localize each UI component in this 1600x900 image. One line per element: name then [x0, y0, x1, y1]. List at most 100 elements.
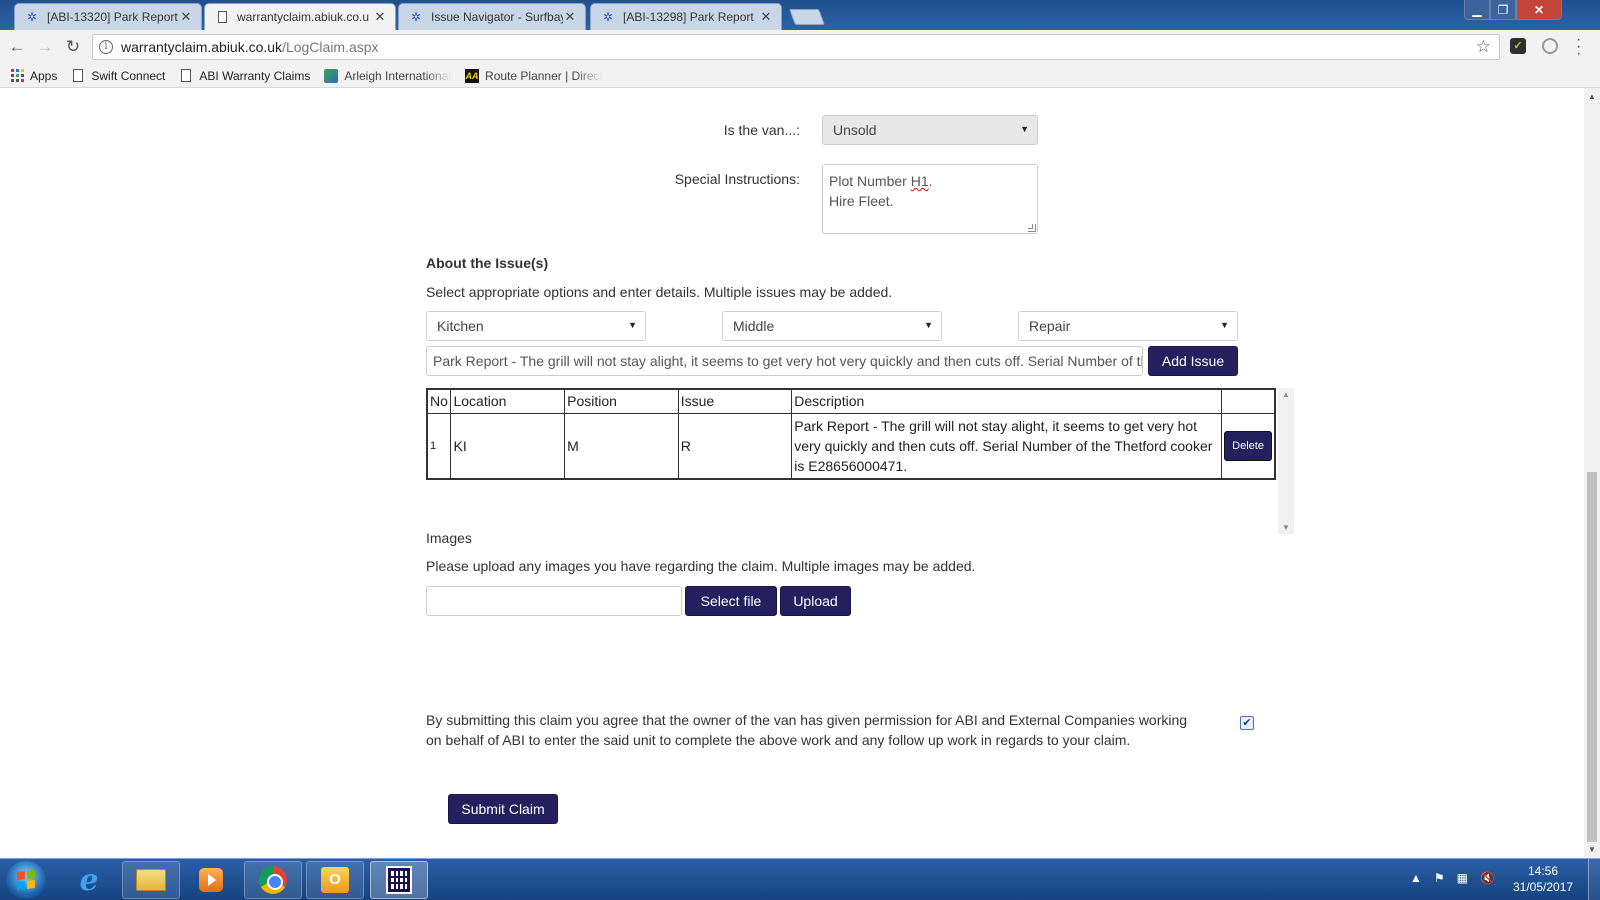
folder-icon	[136, 869, 166, 891]
tab-title: Issue Navigator - Surfbay	[431, 10, 563, 24]
scroll-up-icon[interactable]: ▲	[1588, 92, 1596, 101]
table-scrollbar[interactable]: ▲ ▼	[1278, 388, 1294, 534]
column-header: Position	[564, 388, 679, 414]
chrome-icon	[259, 866, 287, 894]
table-row: 1 KI M R Park Report - The grill will no…	[426, 412, 1276, 479]
show-desktop-button[interactable]	[1588, 859, 1600, 900]
back-arrow-icon[interactable]: ←	[6, 36, 28, 58]
location-select[interactable]: Kitchen ▼	[426, 311, 646, 341]
tray-expand-icon[interactable]: ▲	[1410, 871, 1422, 885]
menu-dots-icon[interactable]: · · ·	[1576, 32, 1582, 62]
location-value: Kitchen	[437, 318, 484, 334]
jira-icon: ✲	[410, 10, 422, 24]
tab-title: [ABI-13298] Park Report	[623, 10, 754, 24]
cell-issue: R	[677, 412, 793, 479]
tab-abi-13298[interactable]: ✲ [ABI-13298] Park Report ✕	[590, 3, 782, 30]
instructions-text: .	[928, 173, 933, 189]
maximize-button[interactable]: ❐	[1490, 0, 1516, 20]
issue-description-input[interactable]: Park Report - The grill will not stay al…	[426, 346, 1143, 376]
bookmark-arleigh-international[interactable]: Arleigh International	[324, 68, 451, 83]
scroll-down-icon[interactable]: ▼	[1588, 845, 1596, 854]
internet-explorer-icon: e	[79, 862, 99, 898]
bookmark-swift-connect[interactable]: Swift Connect	[71, 69, 165, 83]
spellcheck-word: H1	[910, 173, 929, 189]
van-status-value: Unsold	[833, 122, 877, 138]
bookmark-route-planner[interactable]: AA Route Planner | Direct	[465, 68, 603, 83]
issues-table-container: No Location Position Issue Description 1…	[426, 388, 1296, 534]
taskbar-media-player[interactable]	[182, 861, 240, 899]
arleigh-icon	[324, 68, 339, 83]
agreement-text: By submitting this claim you agree that …	[426, 712, 1188, 748]
taskbar-chrome[interactable]	[244, 861, 302, 899]
bookmark-label: ABI Warranty Claims	[199, 68, 311, 83]
scrollbar-thumb[interactable]	[1587, 472, 1597, 842]
bookmark-star-icon[interactable]: ☆	[1476, 37, 1491, 57]
info-icon[interactable]: i	[99, 40, 113, 54]
reload-icon[interactable]: ↻	[62, 36, 84, 58]
tab-abi-13320[interactable]: ✲ [ABI-13320] Park Report ✕	[14, 3, 202, 30]
url-host: warrantyclaim.abiuk.co.uk	[121, 39, 283, 55]
special-instructions-textarea[interactable]: Plot Number H1. Hire Fleet.	[822, 164, 1038, 234]
address-bar[interactable]: i warrantyclaim.abiuk.co.uk/LogClaim.asp…	[92, 34, 1500, 60]
close-icon[interactable]: ✕	[759, 9, 773, 25]
scroll-down-icon[interactable]: ▼	[1282, 523, 1290, 532]
upload-button[interactable]: Upload	[780, 586, 851, 616]
network-icon[interactable]: ▦	[1457, 871, 1468, 885]
bookmark-apps[interactable]: Apps	[10, 69, 57, 83]
jira-icon: ✲	[26, 10, 38, 24]
system-tray: ▲ ⚑ ▦ 🔇	[1410, 871, 1495, 885]
taskbar-internet-explorer[interactable]: e	[60, 861, 118, 899]
bookmark-abi-warranty-claims[interactable]: ABI Warranty Claims	[179, 69, 310, 83]
volume-muted-icon[interactable]: 🔇	[1480, 871, 1495, 885]
scroll-up-icon[interactable]: ▲	[1282, 390, 1290, 399]
chevron-down-icon: ▼	[1220, 320, 1229, 330]
van-status-select[interactable]: Unsold ▼	[822, 115, 1038, 145]
browser-toolbar: ← → ↻ i warrantyclaim.abiuk.co.uk/LogCla…	[0, 30, 1600, 64]
close-icon[interactable]: ✕	[373, 9, 387, 25]
close-icon[interactable]: ✕	[179, 9, 193, 25]
agreement-checkbox[interactable]: ✔	[1240, 716, 1254, 730]
minimize-button[interactable]: ▁	[1464, 0, 1490, 20]
clock-date: 31/05/2017	[1512, 880, 1574, 894]
tab-warrantyclaim[interactable]: warrantyclaim.abiuk.co.u ✕	[204, 3, 396, 30]
submit-claim-button[interactable]: Submit Claim	[448, 794, 558, 824]
delete-issue-button[interactable]: Delete	[1224, 430, 1272, 461]
close-window-button[interactable]: ✕	[1516, 0, 1562, 20]
page-icon	[215, 10, 229, 24]
instructions-line-2: Hire Fleet.	[829, 193, 894, 209]
issues-help-text: Select appropriate options and enter det…	[426, 284, 893, 300]
start-button[interactable]	[6, 861, 46, 899]
resize-grip-icon[interactable]	[1028, 224, 1036, 232]
cell-location: KI	[450, 412, 566, 479]
extension-circle-icon[interactable]	[1542, 38, 1558, 54]
add-issue-button[interactable]: Add Issue	[1148, 346, 1238, 376]
position-select[interactable]: Middle ▼	[722, 311, 942, 341]
cell-no: 1	[426, 412, 452, 479]
table-header-row: No Location Position Issue Description	[426, 388, 1276, 414]
column-header: No	[426, 388, 452, 414]
issue-type-value: Repair	[1029, 318, 1071, 334]
cell-action: Delete	[1221, 412, 1276, 479]
bookmarks-bar: Apps Swift Connect ABI Warranty Claims A…	[0, 64, 1600, 88]
close-icon[interactable]: ✕	[563, 9, 577, 25]
extension-icon[interactable]: ✓	[1510, 38, 1526, 54]
cell-position: M	[564, 412, 679, 479]
windows-logo-icon	[17, 870, 35, 890]
tab-issue-navigator[interactable]: ✲ Issue Navigator - Surfbay ✕	[398, 3, 586, 30]
taskbar-outlook[interactable]: O	[306, 861, 364, 899]
issue-type-select[interactable]: Repair ▼	[1018, 311, 1238, 341]
column-header: Description	[791, 388, 1223, 414]
new-tab-button[interactable]	[789, 9, 825, 25]
select-file-button[interactable]: Select file	[685, 586, 777, 616]
page-scrollbar[interactable]: ▲ ▼	[1584, 88, 1600, 858]
image-file-input[interactable]	[426, 586, 682, 616]
taskbar-calculator[interactable]	[370, 861, 428, 899]
action-center-flag-icon[interactable]: ⚑	[1434, 871, 1445, 885]
taskbar-file-explorer[interactable]	[122, 861, 180, 899]
bookmark-label: Apps	[30, 68, 58, 83]
outlook-icon: O	[321, 867, 349, 893]
chevron-down-icon: ▼	[628, 320, 637, 330]
forward-arrow-icon[interactable]: →	[34, 36, 56, 58]
taskbar-clock[interactable]: 14:56 31/05/2017	[1508, 863, 1578, 895]
issues-section-title: About the Issue(s)	[426, 255, 549, 271]
